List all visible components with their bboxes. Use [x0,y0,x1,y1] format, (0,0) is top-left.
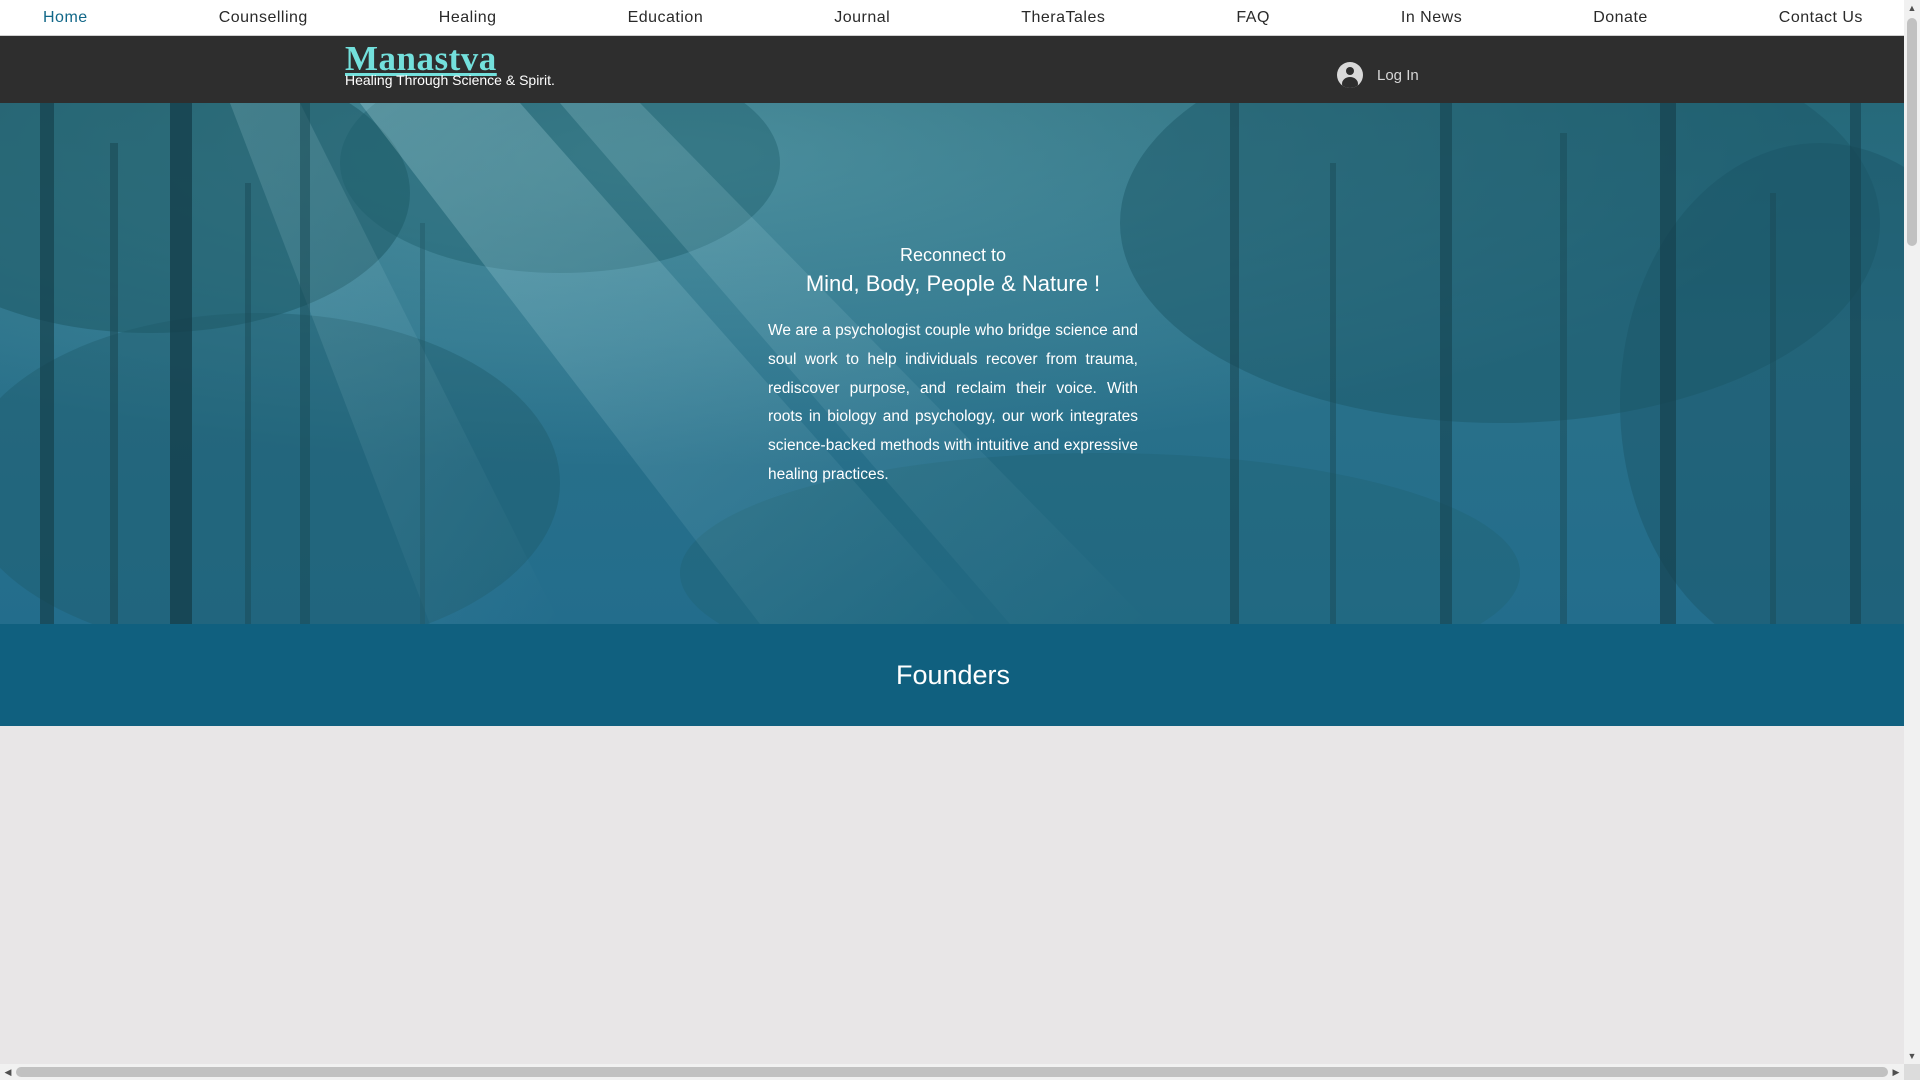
hero-heading: Mind, Body, People & Nature ! [805,271,1101,296]
top-navigation: Home Counselling Healing Education Journ… [0,0,1904,36]
founders-heading: Founders [895,659,1011,690]
login-label: Log In [1377,66,1419,84]
horizontal-scrollbar-thumb[interactable] [16,1067,1888,1077]
site-header: Manastva Healing Through Science & Spiri… [0,36,1904,103]
browser-viewport: Home Counselling Healing Education Journ… [0,0,1904,1064]
brand-tagline: Healing Through Science & Spirit. [345,72,555,88]
nav-item-home[interactable]: Home [43,9,88,27]
nav-item-theratales[interactable]: TheraTales [1021,9,1105,27]
scroll-down-arrow-icon[interactable]: ▼ [1904,1048,1920,1064]
nav-item-in-news[interactable]: In News [1401,9,1462,27]
scroll-right-arrow-icon[interactable]: ▶ [1888,1064,1904,1080]
scroll-left-arrow-icon[interactable]: ◀ [0,1064,16,1080]
founders-section: Founders [0,624,1904,726]
nav-item-contact-us[interactable]: Contact Us [1779,9,1863,27]
login-button[interactable]: Log In [1337,62,1419,88]
hero-section: Reconnect to Mind, Body, People & Nature… [0,103,1904,624]
hero-content: Reconnect to Mind, Body, People & Nature… [768,243,1138,505]
founders-content-area [0,726,1904,1064]
scroll-up-arrow-icon[interactable]: ▲ [1904,0,1920,16]
scrollbar-corner [1904,1064,1920,1080]
nav-item-education[interactable]: Education [628,9,704,27]
nav-item-faq[interactable]: FAQ [1236,9,1270,27]
hero-description: We are a psychologist couple who bridge … [768,322,1138,483]
nav-item-donate[interactable]: Donate [1593,9,1648,27]
page: Home Counselling Healing Education Journ… [0,0,1920,1080]
nav-item-counselling[interactable]: Counselling [219,9,308,27]
vertical-scrollbar-thumb[interactable] [1907,18,1917,246]
hero-kicker: Reconnect to [899,245,1007,265]
vertical-scrollbar[interactable]: ▲ ▼ [1904,0,1920,1064]
horizontal-scrollbar[interactable]: ◀ ▶ [0,1064,1904,1080]
user-avatar-icon [1337,62,1363,88]
nav-item-journal[interactable]: Journal [834,9,890,27]
nav-item-healing[interactable]: Healing [439,9,497,27]
